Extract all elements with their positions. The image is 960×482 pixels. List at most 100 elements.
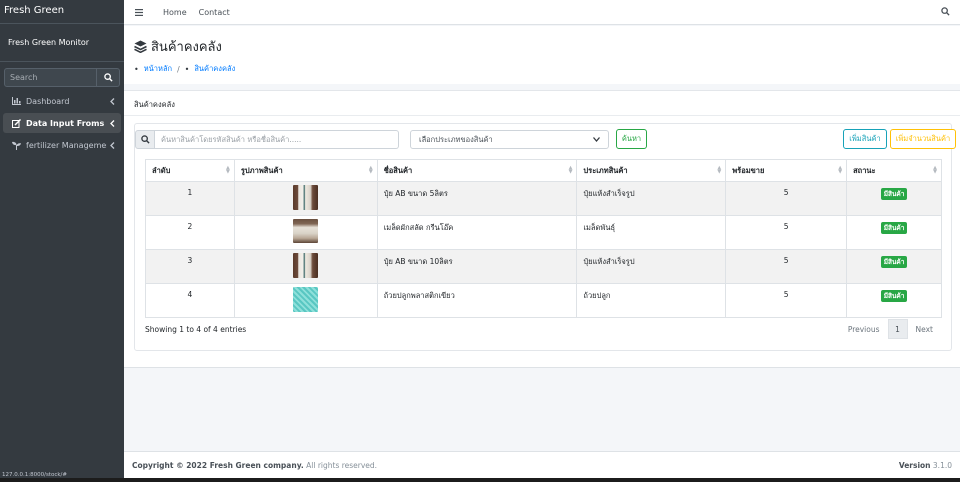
search-icon [103, 73, 113, 82]
cell-image [233, 215, 378, 250]
version: Version 3.1.0 [898, 461, 952, 470]
table-row[interactable]: 1 ปุ๋ย AB ขนาด 5ลิตร ปุ๋ยแห้งสำเร็จรูป 5… [145, 181, 942, 216]
product-image[interactable] [293, 219, 319, 243]
divider [124, 115, 960, 116]
footer: Copyright © 2022 Fresh Green company. Al… [124, 451, 960, 478]
chevron-left-icon [107, 97, 115, 105]
breadcrumb: • หน้าหลัก / • สินค้าคงคลัง [134, 63, 235, 75]
table-row[interactable]: 3 ปุ๋ย AB ขนาด 10ลิตร ปุ๋ยแห้งสำเร็จรูป … [145, 249, 942, 284]
product-image[interactable] [293, 287, 319, 312]
search-button[interactable] [135, 130, 155, 149]
product-image[interactable] [293, 253, 319, 278]
sidebar-item-label: Data Input Froms [26, 118, 105, 128]
cell-status: มีสินค้า [846, 181, 942, 216]
company-link[interactable]: Fresh Green company. [210, 461, 304, 470]
cell-name: ถ้วยปลูกพลาสติกเขียว [376, 283, 578, 318]
sidebar-search [4, 68, 120, 87]
pagination-previous[interactable]: Previous [840, 319, 888, 339]
table-header-row: ลำดับ ▲ ▼ รูปภาพสินค้า ▲ ▼ ชื่อสินค้า ▲ ▼ ประเ… [145, 159, 942, 182]
sort-icon: ▲ ▼ [368, 165, 373, 175]
chevron-left-icon [107, 141, 115, 149]
card-title: สินค้าคงคลัง [134, 100, 175, 109]
status-badge: มีสินค้า [880, 188, 908, 200]
cell-ready: 5 [725, 215, 848, 250]
product-image[interactable] [293, 185, 319, 210]
nav-link-home[interactable]: Home [163, 8, 187, 17]
column-header-type[interactable]: ประเภทสินค้า ▲ ▼ [576, 159, 727, 182]
sidebar-nav: Dashboard Data Input Froms fertilizer Ma… [3, 91, 121, 157]
sort-icon: ▲ ▼ [568, 165, 573, 175]
sort-icon: ▲ ▼ [838, 165, 843, 175]
cell-ready: 5 [725, 249, 848, 284]
breadcrumb-current[interactable]: สินค้าคงคลัง [194, 63, 235, 75]
sidebar: Fresh Green Fresh Green Monitor Dashboar… [0, 0, 124, 482]
sidebar-item-label: fertilizer Management [26, 140, 107, 150]
cell-image [233, 249, 378, 284]
bullet-icon: • [134, 64, 139, 74]
status-badge: มีสินค้า [880, 222, 908, 234]
table-row[interactable]: 4 ถ้วยปลูกพลาสติกเขียว ถ้วยปลูก 5 มีสินค… [145, 283, 942, 318]
sidebar-item-fertilizer-management[interactable]: fertilizer Management [3, 135, 121, 155]
product-search-input[interactable] [155, 130, 399, 149]
sidebar-item-dashboard[interactable]: Dashboard [3, 91, 121, 111]
pagination: Previous 1 Next [840, 319, 941, 339]
stock-table-panel: เลือกประเภทของสินค้า ค้นหา เพิ่มสินค้า เ… [134, 123, 956, 351]
top-navbar: Home Contact [124, 0, 960, 25]
column-header-ready[interactable]: พร้อมขาย ▲ ▼ [725, 159, 848, 182]
sidebar-item-data-input-forms[interactable]: Data Input Froms [3, 113, 121, 133]
add-product-button[interactable]: เพิ่มสินค้า [843, 129, 887, 149]
cell-name: ปุ๋ย AB ขนาด 10ลิตร [376, 249, 578, 284]
cell-no: 1 [145, 181, 235, 216]
menu-toggle-icon[interactable] [135, 8, 151, 16]
cell-ready: 5 [725, 283, 848, 318]
status-badge: มีสินค้า [880, 256, 908, 268]
sidebar-search-input[interactable] [4, 68, 97, 87]
chevron-left-icon [107, 119, 115, 127]
bullet-icon: • [184, 64, 190, 74]
breadcrumb-home[interactable]: หน้าหลัก [144, 63, 172, 75]
search-icon[interactable] [941, 7, 950, 18]
content-header: สินค้าคงคลัง • หน้าหลัก / • สินค้าคงคลัง [124, 26, 960, 84]
brand-link[interactable]: Fresh Green [0, 0, 124, 24]
user-panel-name[interactable]: Fresh Green Monitor [0, 24, 124, 62]
cell-image [233, 181, 378, 216]
sort-icon: ▲ ▼ [717, 165, 722, 175]
cell-no: 4 [145, 283, 235, 318]
status-badge: มีสินค้า [880, 290, 908, 302]
stock-card: สินค้าคงคลัง เลือกประเภทของสินค้า ค้นหา … [124, 90, 960, 368]
column-header-image[interactable]: รูปภาพสินค้า ▲ ▼ [233, 159, 378, 182]
cell-type: ปุ๋ยแห้งสำเร็จรูป [576, 181, 727, 216]
cell-ready: 5 [725, 181, 848, 216]
nav-link-contact[interactable]: Contact [199, 8, 230, 17]
cell-no: 3 [145, 249, 235, 284]
cell-type: เมล็ดพันธุ์ [576, 215, 727, 250]
cell-status: มีสินค้า [846, 215, 942, 250]
layers-icon [134, 40, 147, 53]
page-title: สินค้าคงคลัง [134, 36, 222, 57]
sidebar-item-label: Dashboard [26, 96, 70, 106]
column-header-name[interactable]: ชื่อสินค้า ▲ ▼ [376, 159, 578, 182]
column-header-status[interactable]: สถานะ ▲ ▼ [846, 159, 942, 182]
pagination-page-1[interactable]: 1 [887, 319, 908, 339]
add-quantity-button[interactable]: เพิ่มจำนวนสินค้า [890, 129, 956, 149]
stock-table: ลำดับ ▲ ▼ รูปภาพสินค้า ▲ ▼ ชื่อสินค้า ▲ ▼ ประเ… [145, 159, 942, 318]
cell-type: ถ้วยปลูก [576, 283, 727, 318]
sort-icon: ▲ ▼ [933, 165, 937, 175]
table-row[interactable]: 2 เมล็ดผักสลัด กรีนโอ๊ค เมล็ดพันธุ์ 5 มี… [145, 215, 942, 250]
chevron-down-icon [593, 135, 600, 144]
column-header-no[interactable]: ลำดับ ▲ ▼ [145, 159, 235, 182]
pagination-next[interactable]: Next [908, 319, 941, 339]
sidebar-search-button[interactable] [97, 68, 120, 87]
dashboard-icon [12, 97, 26, 105]
cell-image [233, 283, 378, 318]
edit-icon [12, 118, 26, 128]
cell-name: ปุ๋ย AB ขนาด 5ลิตร [376, 181, 578, 216]
cell-no: 2 [145, 215, 235, 250]
copyright: Copyright © 2022 Fresh Green company. Al… [132, 461, 378, 470]
search-icon [140, 135, 150, 144]
select-value: เลือกประเภทของสินค้า [419, 134, 493, 144]
product-type-select[interactable]: เลือกประเภทของสินค้า [410, 130, 609, 149]
product-search-group [135, 130, 399, 149]
page-title-text: สินค้าคงคลัง [151, 40, 222, 55]
search-submit-button[interactable]: ค้นหา [616, 129, 647, 149]
